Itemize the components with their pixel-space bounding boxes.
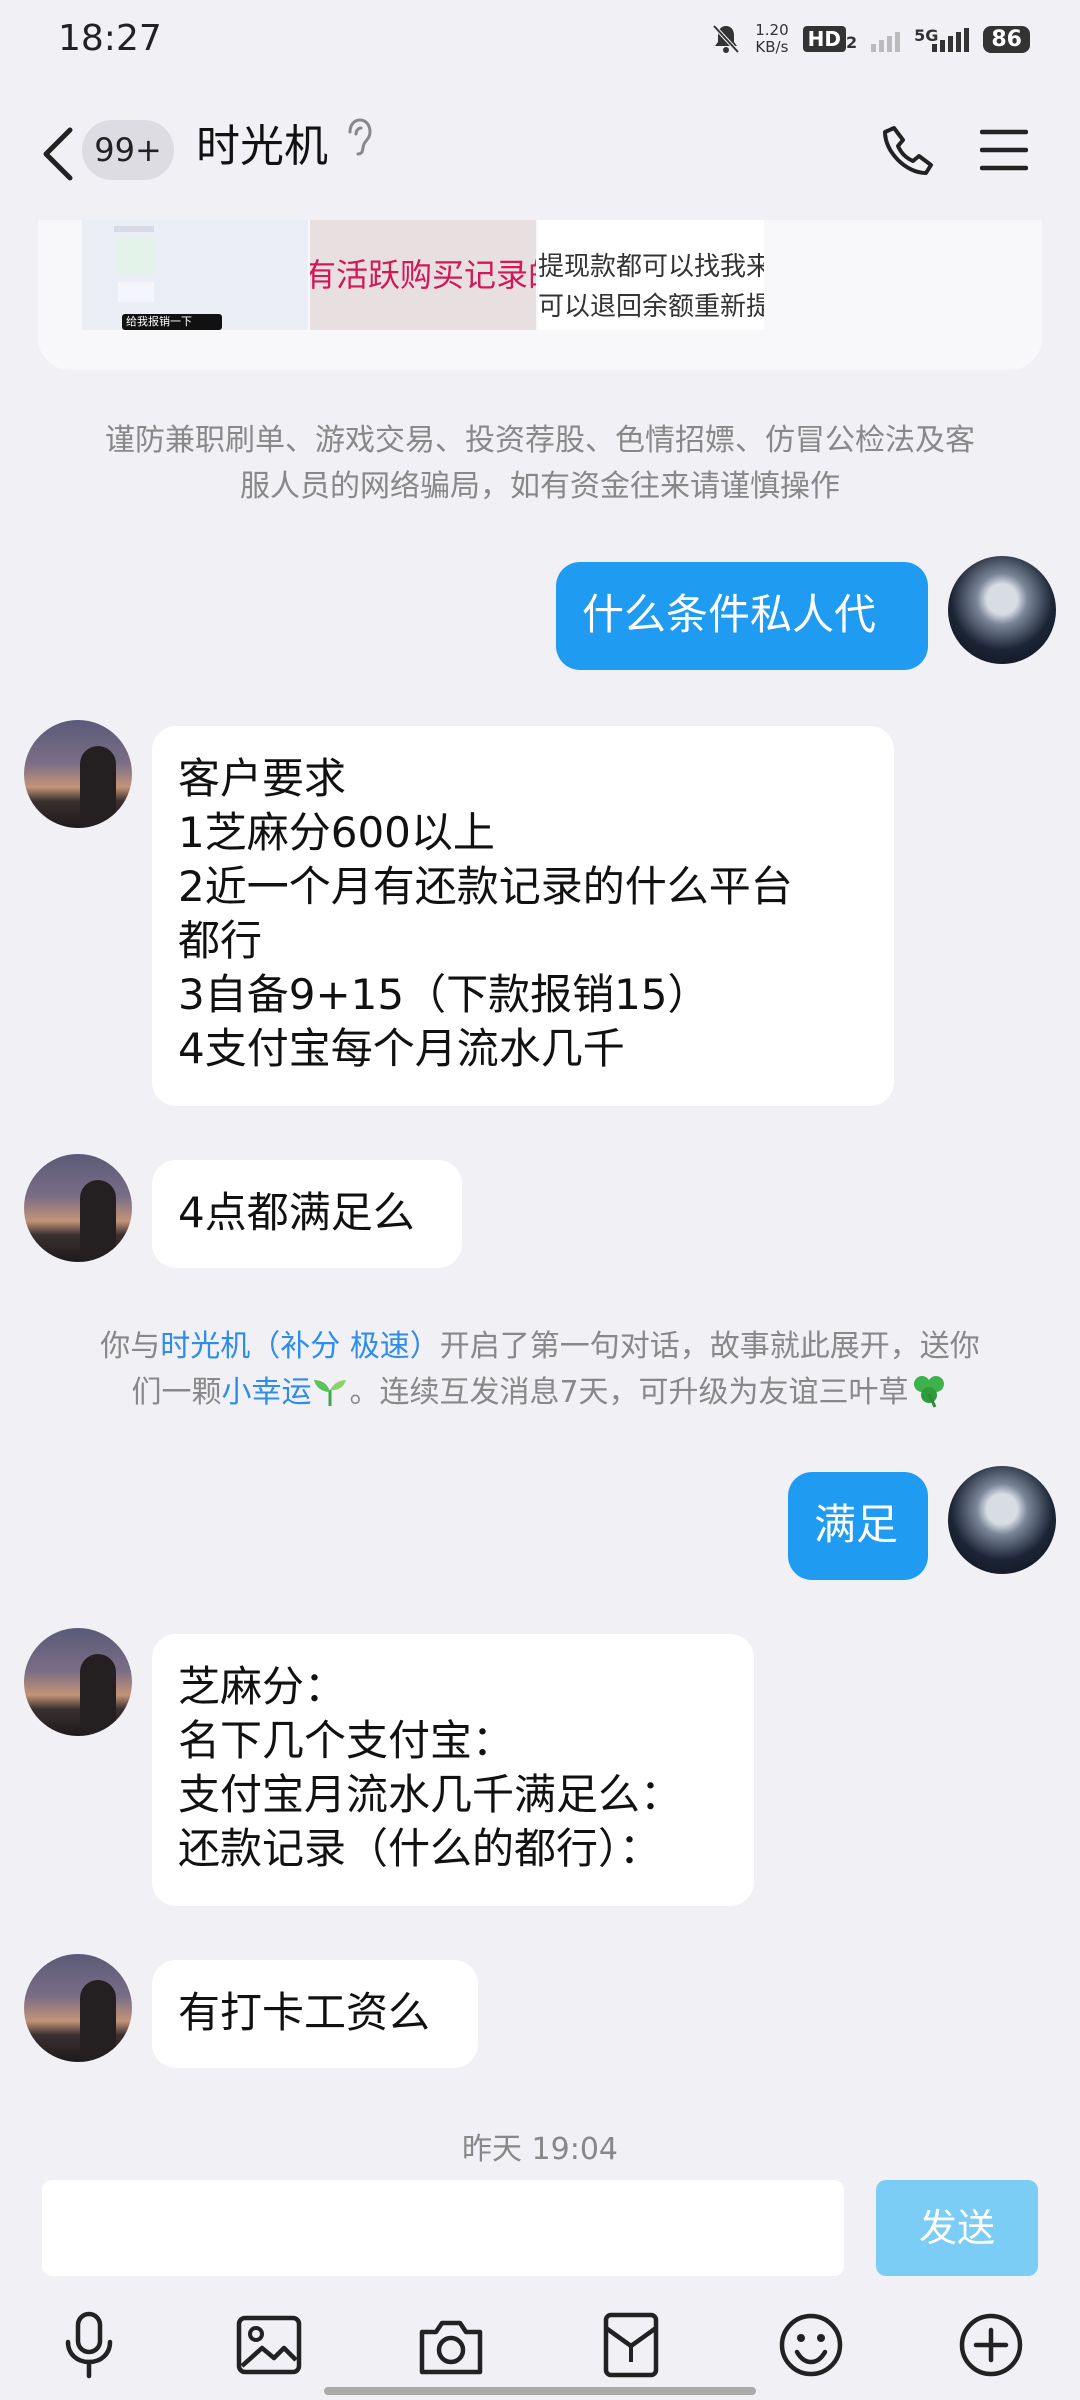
message-text: 满足 bbox=[814, 1500, 899, 1549]
status-bar: 18:27 1.20 KB/s HD 2 5G 86 bbox=[0, 0, 1080, 80]
send-button[interactable]: 发送 bbox=[876, 2180, 1038, 2276]
image-thumbnail-2[interactable]: 有活跃购买记录的来 bbox=[310, 220, 536, 330]
message-bubble-outgoing[interactable]: 满足 bbox=[788, 1472, 928, 1580]
lucky-badge-link[interactable]: 小幸运 bbox=[221, 1375, 311, 1410]
red-packet-icon[interactable] bbox=[596, 2310, 666, 2380]
sprout-icon bbox=[314, 1380, 347, 1406]
message-text: 4点都满足么 bbox=[178, 1188, 415, 1237]
contact-avatar[interactable] bbox=[24, 720, 132, 828]
camera-icon[interactable] bbox=[416, 2310, 486, 2380]
signal-1-icon bbox=[871, 26, 901, 52]
image-thumbnail-1[interactable]: 给我报销一下 bbox=[82, 220, 308, 330]
message-text: 2近一个月有还款记录的什么平台 bbox=[178, 862, 793, 911]
image-icon[interactable] bbox=[234, 2310, 304, 2380]
thumbnail-3-line2: 可以退回余额重新提现 bbox=[538, 292, 764, 322]
notice-line2-prefix: 们一颗 bbox=[131, 1375, 222, 1410]
chat-header: 99+ 时光机 bbox=[0, 80, 1080, 220]
thumbnail-3-line1: 提现款都可以找我来行 bbox=[538, 252, 764, 282]
hd-indicator: HD 2 bbox=[802, 26, 858, 52]
phone-icon[interactable] bbox=[880, 122, 938, 180]
contact-name-link[interactable]: 时光机（补分 极速） bbox=[160, 1329, 440, 1364]
message-text: 还款记录（什么的都行）： bbox=[178, 1824, 662, 1873]
message-text: 芝麻分： bbox=[178, 1662, 347, 1711]
thumbnail-2-text: 有活跃购买记录的来 bbox=[310, 256, 536, 294]
notice-line2-suffix: 。连续互发消息7天，可升级为友谊三叶草 bbox=[349, 1375, 909, 1410]
fraud-warning-notice: 谨防兼职刷单、游戏交易、投资荐股、色情招嫖、仿冒公检法及客 服人员的网络骗局，如… bbox=[60, 418, 1020, 510]
message-bubble-incoming[interactable]: 4点都满足么 bbox=[152, 1160, 462, 1268]
message-bubble-outgoing[interactable]: 什么条件私人代 bbox=[556, 562, 928, 670]
status-time: 18:27 bbox=[58, 18, 162, 59]
notice-middle: 开启了第一句对话，故事就此展开，送你 bbox=[439, 1329, 980, 1364]
message-text: 4支付宝每个月流水几千 bbox=[178, 1024, 625, 1073]
menu-icon[interactable] bbox=[980, 128, 1028, 172]
friendship-notice-line2: 们一颗小幸运 。连续互发消息7天，可升级为友谊三叶草 bbox=[60, 1370, 1020, 1416]
message-bubble-incoming[interactable]: 有打卡工资么 bbox=[152, 1960, 478, 2068]
status-icons: 1.20 KB/s HD 2 5G 86 bbox=[711, 22, 1030, 56]
fraud-warning-line2: 服人员的网络骗局，如有资金往来请谨慎操作 bbox=[240, 469, 840, 504]
friendship-notice-line1: 你与时光机（补分 极速）开启了第一句对话，故事就此展开，送你 bbox=[60, 1324, 1020, 1370]
chat-title[interactable]: 时光机 bbox=[196, 110, 328, 174]
my-avatar[interactable] bbox=[948, 556, 1056, 664]
clover-icon bbox=[913, 1376, 944, 1408]
message-input[interactable] bbox=[42, 2180, 844, 2276]
message-bubble-incoming[interactable]: 客户要求 1芝麻分600以上 2近一个月有还款记录的什么平台 都行 3自备9+1… bbox=[152, 726, 894, 1106]
notice-prefix: 你与 bbox=[100, 1329, 161, 1364]
contact-avatar[interactable] bbox=[24, 1628, 132, 1736]
message-text: 有打卡工资么 bbox=[178, 1988, 431, 2037]
hd-sub: 2 bbox=[845, 33, 858, 52]
net-speed-value: 1.20 bbox=[755, 21, 789, 39]
emoji-icon[interactable] bbox=[776, 2310, 846, 2380]
message-bubble-incoming[interactable]: 芝麻分： 名下几个支付宝： 支付宝月流水几千满足么： 还款记录（什么的都行）： bbox=[152, 1634, 754, 1906]
friendship-notice: 你与时光机（补分 极速）开启了第一句对话，故事就此展开，送你 们一颗小幸运 。连… bbox=[60, 1324, 1020, 1416]
net-speed-unit: KB/s bbox=[755, 38, 789, 56]
signal-2-icon bbox=[932, 26, 970, 52]
microphone-icon[interactable] bbox=[54, 2310, 124, 2380]
message-text: 都行 bbox=[178, 916, 263, 965]
mute-bell-icon bbox=[712, 24, 740, 54]
contact-avatar[interactable] bbox=[24, 1154, 132, 1262]
thumbnail-button: 给我报销一下 bbox=[122, 314, 222, 330]
input-toolbar bbox=[0, 2310, 1080, 2380]
image-thumbnail-3[interactable]: 提现款都可以找我来行 可以退回余额重新提现 bbox=[538, 220, 764, 330]
message-text: 客户要求 bbox=[178, 754, 347, 803]
home-indicator[interactable] bbox=[324, 2387, 756, 2395]
signal-2: 5G bbox=[914, 26, 970, 52]
message-text: 支付宝月流水几千满足么： bbox=[178, 1770, 683, 1819]
fraud-warning-line1: 谨防兼职刷单、游戏交易、投资荐股、色情招嫖、仿冒公检法及客 bbox=[105, 423, 975, 458]
ear-icon bbox=[348, 118, 372, 156]
message-text: 什么条件私人代 bbox=[582, 590, 877, 639]
unread-count-badge[interactable]: 99+ bbox=[82, 120, 174, 180]
message-text: 名下几个支付宝： bbox=[178, 1716, 515, 1765]
net-speed: 1.20 KB/s bbox=[755, 22, 788, 56]
input-area: 发送 bbox=[0, 2164, 1080, 2400]
message-text: 1芝麻分600以上 bbox=[178, 808, 495, 857]
message-text: 3自备9+15（下款报销15） bbox=[178, 970, 710, 1019]
plus-icon[interactable] bbox=[956, 2310, 1026, 2380]
my-avatar[interactable] bbox=[948, 1466, 1056, 1574]
back-arrow-icon[interactable] bbox=[38, 124, 78, 184]
timestamp-divider: 昨天 19:04 bbox=[462, 2132, 618, 2167]
contact-avatar[interactable] bbox=[24, 1954, 132, 2062]
hd-badge: HD bbox=[802, 26, 846, 52]
battery-indicator: 86 bbox=[983, 25, 1030, 53]
